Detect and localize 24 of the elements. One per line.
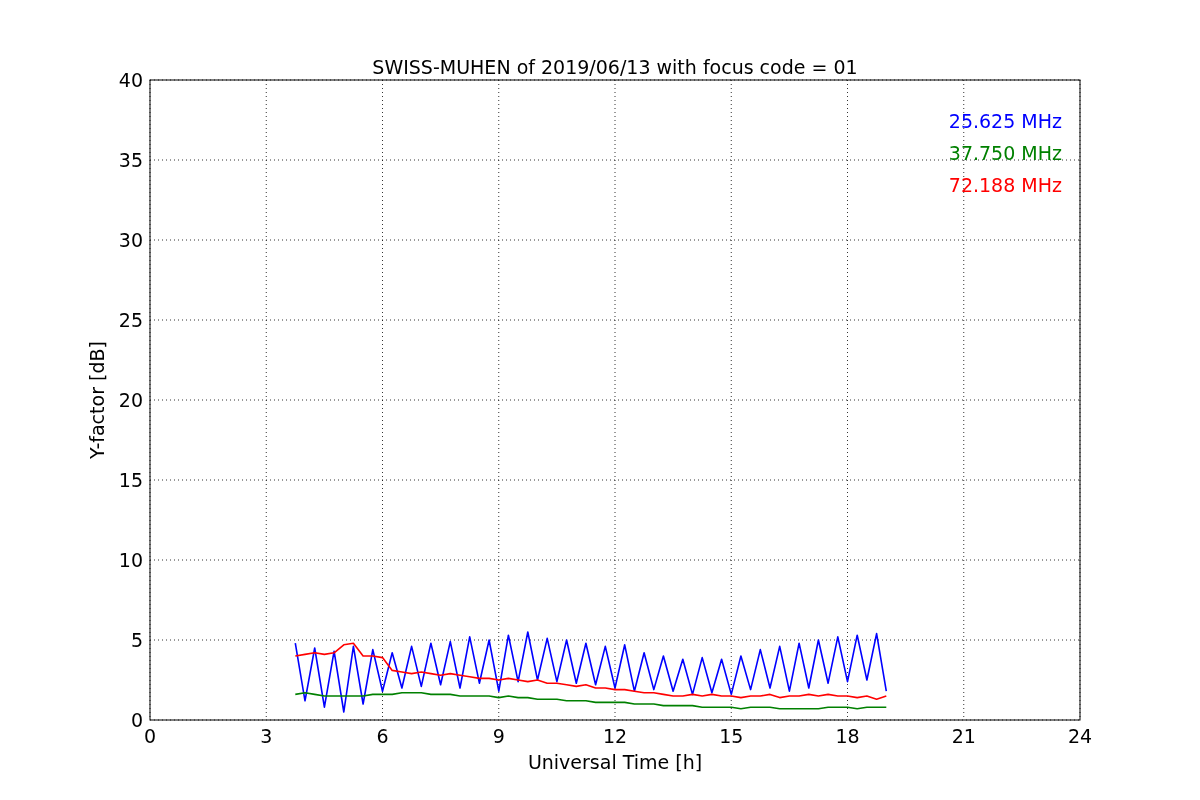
x-tick-label: 3 [260,725,273,747]
y-axis-label: Y-factor [dB] [86,341,108,459]
y-tick-label: 5 [130,629,143,651]
legend-label: 72.188 MHz [948,174,1062,196]
x-tick-label: 21 [951,725,976,747]
legend-label: 37.750 MHz [948,142,1062,164]
x-tick-label: 15 [719,725,744,747]
x-tick-label: 9 [492,725,505,747]
y-tick-label: 15 [118,469,143,491]
x-tick-label: 0 [143,725,157,747]
y-tick-label: 35 [118,149,143,171]
x-axis-label: Universal Time [h] [527,751,703,773]
y-tick-label: 10 [118,549,143,571]
y-tick-label: 25 [118,309,143,331]
y-tick-label: 20 [118,389,143,411]
y-tick-label: 0 [130,709,143,731]
x-tick-label: 18 [835,725,860,747]
chart-title: SWISS-MUHEN of 2019/06/13 with focus code = 01 [372,56,858,78]
x-tick-label: 24 [1067,725,1093,747]
x-tick-label: 6 [376,725,389,747]
legend-label: 25.625 MHz [948,110,1062,132]
y-tick-label: 30 [118,229,143,251]
x-tick-label: 12 [602,725,628,747]
y-tick-label: 40 [118,69,143,91]
